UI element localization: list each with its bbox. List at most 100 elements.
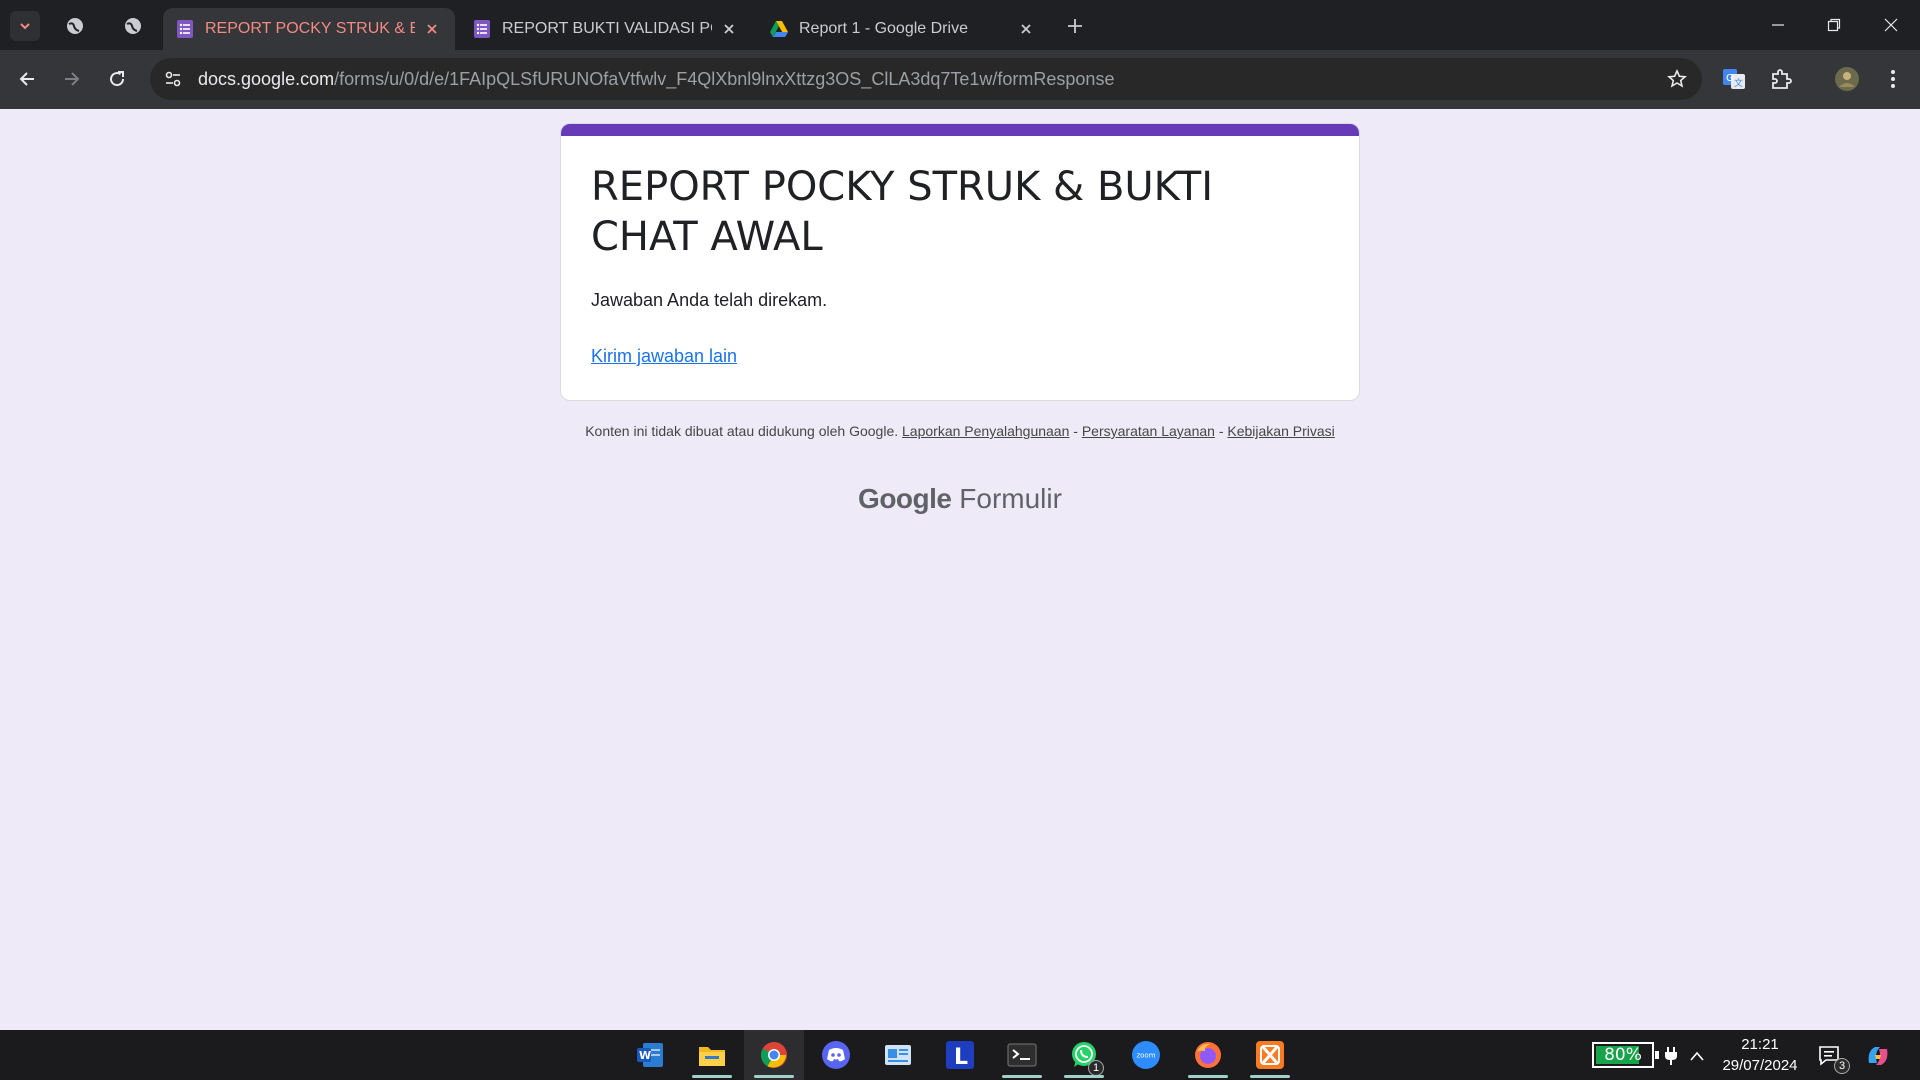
bookmark-button[interactable]	[1664, 66, 1690, 92]
clock-date: 29/07/2024	[1722, 1057, 1798, 1074]
tab-title: Report 1 - Google Drive	[799, 20, 968, 37]
plus-icon	[1068, 19, 1082, 33]
taskbar-discord[interactable]	[806, 1030, 866, 1080]
discord-icon	[822, 1041, 850, 1069]
taskbar-file-explorer[interactable]	[682, 1030, 742, 1080]
close-tab-icon[interactable]	[423, 20, 441, 38]
taskbar-whatsapp[interactable]: 1	[1054, 1030, 1114, 1080]
minimize-button[interactable]	[1751, 4, 1805, 46]
tab-search-button[interactable]	[10, 11, 40, 41]
terminal-icon	[1007, 1043, 1037, 1067]
address-bar[interactable]: docs.google.com/forms/u/0/d/e/1FAIpQLSfU…	[150, 58, 1702, 100]
reload-icon	[110, 71, 125, 87]
url-host: docs.google.com	[198, 68, 335, 89]
more-vertical-icon	[1891, 70, 1895, 88]
word-icon: W	[637, 1043, 663, 1067]
reload-button[interactable]	[100, 62, 134, 96]
google-translate-icon: G文	[1723, 69, 1745, 89]
new-tab-button[interactable]	[1060, 11, 1090, 41]
tab-title: REPORT POCKY STRUK & BUKTI CHAT AWAL	[205, 20, 415, 37]
notification-count: 3	[1834, 1058, 1850, 1074]
forward-button[interactable]	[55, 62, 89, 96]
star-icon	[1667, 69, 1687, 88]
site-info-button[interactable]	[152, 58, 194, 100]
arrow-left-icon	[19, 72, 34, 86]
avatar-icon	[1835, 67, 1859, 91]
taskbar-clock[interactable]: 21:21 29/07/2024	[1710, 1034, 1810, 1076]
globe-icon	[67, 18, 83, 34]
confirmation-message: Jawaban Anda telah direkam.	[591, 290, 828, 310]
chevron-down-icon	[20, 23, 30, 30]
privacy-link[interactable]: Kebijakan Privasi	[1227, 423, 1334, 439]
xampp-icon	[1256, 1041, 1284, 1069]
copilot-icon	[1868, 1047, 1888, 1065]
card-accent-bar	[561, 124, 1359, 136]
close-icon	[1884, 18, 1898, 32]
windows-taskbar: W L 1 zoom 80% 21:21 29/07/2024 3	[0, 1030, 1920, 1080]
tab-report-pocky-struk[interactable]: REPORT POCKY STRUK & BUKTI CHAT AWAL	[163, 8, 455, 50]
zoom-wordmark: zoom	[1136, 1052, 1155, 1060]
news-icon	[885, 1045, 911, 1065]
svg-text:L: L	[954, 1045, 968, 1070]
google-forms-logo[interactable]: Google Formulir	[560, 483, 1360, 515]
plug-icon	[1665, 1047, 1677, 1065]
restore-button[interactable]	[1807, 4, 1861, 46]
minimize-icon	[1772, 24, 1784, 26]
close-tab-icon[interactable]	[720, 20, 738, 38]
extensions-button[interactable]	[1764, 62, 1798, 96]
close-window-button[interactable]	[1864, 4, 1918, 46]
footer-disclaimer: Konten ini tidak dibuat atau didukung ol…	[560, 422, 1360, 440]
tab-google-drive[interactable]: Report 1 - Google Drive	[757, 8, 1049, 50]
taskbar-terminal[interactable]	[992, 1030, 1052, 1080]
google-forms-icon	[472, 19, 492, 39]
power-plug-status[interactable]	[1657, 1042, 1685, 1070]
copilot-button[interactable]	[1864, 1042, 1892, 1070]
folder-icon	[699, 1047, 725, 1066]
pinned-tab-2[interactable]	[118, 11, 148, 41]
url-text: docs.google.com/forms/u/0/d/e/1FAIpQLSfU…	[198, 69, 1114, 90]
taskbar-chrome[interactable]	[744, 1030, 804, 1080]
taskbar-news[interactable]	[868, 1030, 928, 1080]
close-tab-icon[interactable]	[1017, 20, 1035, 38]
tab-title: REPORT BUKTI VALIDASI POCKY	[502, 20, 712, 37]
firefox-icon	[1195, 1042, 1221, 1068]
globe-icon	[125, 18, 141, 34]
chevron-up-icon	[1690, 1051, 1704, 1061]
svg-text:G: G	[1726, 73, 1734, 84]
puzzle-icon	[1772, 69, 1792, 89]
tab-strip: REPORT POCKY STRUK & BUKTI CHAT AWAL REP…	[0, 0, 1920, 50]
browser-menu-button[interactable]	[1876, 62, 1910, 96]
arrow-right-icon	[65, 72, 80, 86]
taskbar-firefox[interactable]	[1178, 1030, 1238, 1080]
notification-center-button[interactable]: 3	[1816, 1042, 1850, 1074]
svg-text:W: W	[639, 1049, 651, 1062]
whatsapp-badge: 1	[1088, 1060, 1104, 1076]
report-abuse-link[interactable]: Laporkan Penyalahgunaan	[902, 423, 1069, 439]
confirmation-card: REPORT POCKY STRUK & BUKTI CHAT AWAL Jaw…	[560, 123, 1360, 401]
submit-another-link[interactable]: Kirim jawaban lain	[591, 346, 737, 367]
svg-text:文: 文	[1734, 77, 1743, 89]
product-name: Formulir	[959, 483, 1062, 514]
terms-link[interactable]: Persyaratan Layanan	[1082, 423, 1215, 439]
taskbar-xampp[interactable]	[1240, 1030, 1300, 1080]
taskbar-zoom[interactable]: zoom	[1116, 1030, 1176, 1080]
tray-overflow-button[interactable]	[1683, 1042, 1711, 1070]
taskbar-l-app[interactable]: L	[930, 1030, 990, 1080]
l-app-icon: L	[946, 1041, 974, 1070]
tab-report-bukti-validasi[interactable]: REPORT BUKTI VALIDASI POCKY	[460, 8, 752, 50]
profile-avatar[interactable]	[1830, 62, 1864, 96]
battery-indicator[interactable]: 80%	[1592, 1042, 1659, 1068]
taskbar-word[interactable]: W	[620, 1030, 680, 1080]
google-drive-icon	[769, 19, 789, 39]
clock-time: 21:21	[1741, 1036, 1779, 1053]
translate-extension-button[interactable]: G文	[1717, 62, 1751, 96]
zoom-icon: zoom	[1132, 1041, 1160, 1069]
form-response-page: REPORT POCKY STRUK & BUKTI CHAT AWAL Jaw…	[0, 109, 1920, 1030]
back-button[interactable]	[10, 62, 44, 96]
tune-icon	[165, 71, 181, 87]
chrome-icon	[760, 1042, 787, 1068]
disclaimer-text: Konten ini tidak dibuat atau didukung ol…	[585, 423, 899, 439]
separator: -	[1218, 423, 1224, 439]
pinned-tab-1[interactable]	[60, 11, 90, 41]
battery-percent: 80%	[1604, 1045, 1642, 1065]
